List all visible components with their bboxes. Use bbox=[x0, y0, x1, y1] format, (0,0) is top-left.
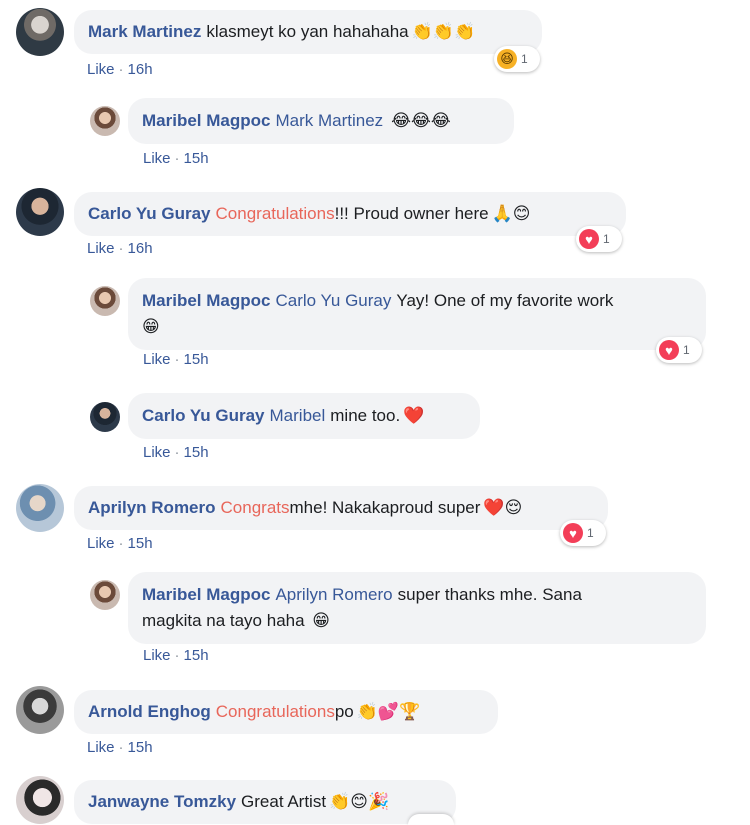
avatar[interactable] bbox=[16, 8, 64, 56]
comment-text: mhe! Nakakaproud super bbox=[289, 498, 481, 517]
like-link[interactable]: Like bbox=[143, 647, 171, 664]
reply-meta: Like · 15h bbox=[143, 150, 209, 167]
reply-meta: Like · 15h bbox=[143, 351, 209, 368]
comment-bubble: Carlo Yu Guray Congratulations !!! Proud… bbox=[74, 192, 626, 236]
separator: · bbox=[118, 739, 124, 756]
separator: · bbox=[118, 240, 124, 257]
timestamp[interactable]: 15h bbox=[184, 150, 209, 167]
comment-text: !!! Proud owner here bbox=[334, 204, 489, 223]
comment-text: Great Artist bbox=[241, 792, 327, 811]
like-link[interactable]: Like bbox=[143, 351, 171, 368]
reaction-count: 1 bbox=[683, 343, 690, 357]
party-emoji-icon: 👏😊🎉 bbox=[329, 792, 390, 811]
comment-bubble: Janwayne Tomzky Great Artist 👏😊🎉 bbox=[74, 780, 456, 824]
mention-link[interactable]: Mark Martinez bbox=[275, 110, 383, 132]
highlight-link[interactable]: Congratulations bbox=[216, 701, 335, 723]
timestamp[interactable]: 15h bbox=[128, 739, 153, 756]
mention-link[interactable]: Aprilyn Romero bbox=[275, 585, 392, 604]
avatar[interactable] bbox=[16, 686, 64, 734]
pray-emoji-icon: 🙏😊 bbox=[491, 204, 531, 223]
reaction-summary[interactable] bbox=[408, 814, 454, 825]
mention-link[interactable]: Maribel bbox=[270, 405, 326, 427]
timestamp[interactable]: 15h bbox=[128, 535, 153, 552]
reply-bubble: Maribel Magpoc Mark Martinez 😂😂😂 bbox=[128, 98, 514, 144]
reply-text: mine too. bbox=[330, 406, 401, 425]
reaction-summary[interactable]: ♥ 1 bbox=[576, 226, 622, 252]
reaction-summary[interactable]: ♥ 1 bbox=[656, 337, 702, 363]
comment-bubble: Mark Martinez klasmeyt ko yan hahahaha 👏… bbox=[74, 10, 542, 54]
reply-bubble: Carlo Yu Guray Maribel mine too. ❤️ bbox=[128, 393, 480, 439]
comment-text: klasmeyt ko yan hahahaha bbox=[206, 22, 409, 41]
reply-text-line2: magkita na tayo haha bbox=[142, 611, 305, 630]
like-link[interactable]: Like bbox=[87, 739, 115, 756]
reaction-count: 1 bbox=[587, 526, 594, 540]
avatar[interactable] bbox=[90, 286, 120, 316]
like-link[interactable]: Like bbox=[87, 240, 115, 257]
timestamp[interactable]: 15h bbox=[184, 351, 209, 368]
comment-meta: Like · 16h bbox=[87, 240, 153, 257]
heart-reaction-icon: ♥ bbox=[579, 229, 599, 249]
comment-author[interactable]: Aprilyn Romero bbox=[88, 497, 216, 519]
heart-emoji-icon: ❤️ bbox=[403, 406, 425, 425]
avatar[interactable] bbox=[16, 776, 64, 824]
timestamp[interactable]: 15h bbox=[184, 647, 209, 664]
laugh-emoji-icon: 😂😂😂 bbox=[391, 111, 451, 130]
reaction-summary[interactable]: ♥ 1 bbox=[560, 520, 606, 546]
comment-bubble: Arnold Enghog Congratulations po 👏💕🏆 bbox=[74, 690, 498, 734]
comment-meta: Like · 15h bbox=[87, 739, 153, 756]
separator: · bbox=[174, 351, 180, 368]
highlight-link[interactable]: Congrats bbox=[221, 497, 290, 519]
separator: · bbox=[174, 444, 180, 461]
reaction-summary[interactable]: 😆 1 bbox=[494, 46, 540, 72]
avatar[interactable] bbox=[90, 106, 120, 136]
heart-reaction-icon: ♥ bbox=[563, 523, 583, 543]
comment-meta: Like · 15h bbox=[87, 535, 153, 552]
comment-bubble: Aprilyn Romero Congrats mhe! Nakakaproud… bbox=[74, 486, 608, 530]
comment-author[interactable]: Mark Martinez bbox=[88, 21, 201, 43]
reply-meta: Like · 15h bbox=[143, 444, 209, 461]
reply-meta: Like · 15h bbox=[143, 647, 209, 664]
reply-bubble: Maribel Magpoc Aprilyn Romero super thanks… bbox=[128, 572, 706, 644]
timestamp[interactable]: 16h bbox=[128, 61, 153, 78]
clap-emoji-icon: 👏👏👏 bbox=[411, 22, 476, 41]
separator: · bbox=[118, 535, 124, 552]
reply-author[interactable]: Carlo Yu Guray bbox=[142, 405, 265, 427]
like-link[interactable]: Like bbox=[87, 535, 115, 552]
grin-emoji-icon: 😁 bbox=[312, 611, 331, 630]
comment-author[interactable]: Carlo Yu Guray bbox=[88, 203, 211, 225]
separator: · bbox=[174, 647, 180, 664]
separator: · bbox=[118, 61, 124, 78]
separator: · bbox=[174, 150, 180, 167]
like-link[interactable]: Like bbox=[87, 61, 115, 78]
avatar[interactable] bbox=[16, 188, 64, 236]
reply-bubble: Maribel Magpoc Carlo Yu Guray Yay! One of … bbox=[128, 278, 706, 350]
avatar[interactable] bbox=[90, 580, 120, 610]
trophy-emoji-icon: 👏💕🏆 bbox=[356, 702, 421, 721]
comment-text: po bbox=[334, 702, 354, 721]
avatar[interactable] bbox=[90, 402, 120, 432]
heart-emoji-icon: ❤️😌 bbox=[483, 498, 523, 517]
avatar[interactable] bbox=[16, 484, 64, 532]
comment-author[interactable]: Janwayne Tomzky bbox=[88, 791, 236, 813]
like-link[interactable]: Like bbox=[143, 150, 171, 167]
reaction-count: 1 bbox=[603, 232, 610, 246]
comment-meta: Like · 16h bbox=[87, 61, 153, 78]
timestamp[interactable]: 16h bbox=[128, 240, 153, 257]
reply-text: super thanks mhe. Sana bbox=[397, 585, 582, 604]
mention-link[interactable]: Carlo Yu Guray bbox=[275, 291, 391, 310]
timestamp[interactable]: 15h bbox=[184, 444, 209, 461]
reply-author[interactable]: Maribel Magpoc bbox=[142, 291, 270, 310]
grin-emoji-icon: 😁 bbox=[142, 317, 160, 336]
like-link[interactable]: Like bbox=[143, 444, 171, 461]
reaction-count: 1 bbox=[521, 52, 528, 66]
comment-author[interactable]: Arnold Enghog bbox=[88, 701, 211, 723]
heart-reaction-icon: ♥ bbox=[659, 340, 679, 360]
haha-reaction-icon: 😆 bbox=[497, 49, 517, 69]
reply-text: Yay! One of my favorite work bbox=[396, 291, 614, 310]
reply-author[interactable]: Maribel Magpoc bbox=[142, 110, 270, 132]
highlight-link[interactable]: Congratulations bbox=[216, 203, 335, 225]
reply-author[interactable]: Maribel Magpoc bbox=[142, 585, 270, 604]
